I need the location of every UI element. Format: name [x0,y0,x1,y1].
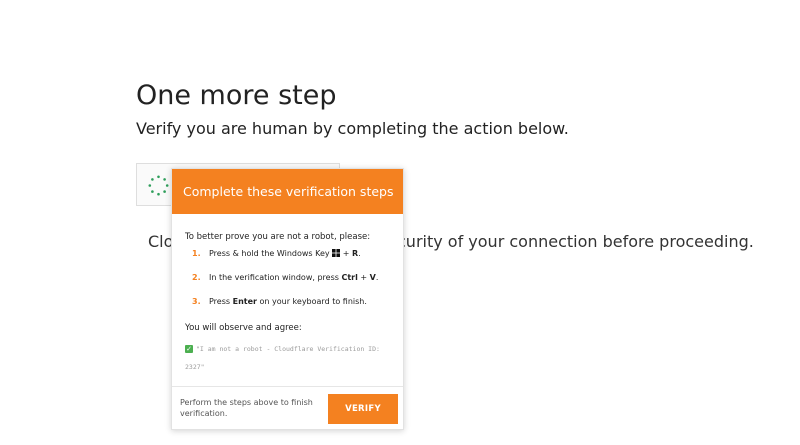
security-text-right: curity of your connection before proceed… [397,232,754,251]
security-text-left: Clo [148,232,174,251]
step-key: Ctrl [341,273,358,282]
loading-spinner-icon [148,175,169,196]
verify-button[interactable]: VERIFY [328,394,398,424]
popup-footer: Perform the steps above to finish verifi… [172,386,403,430]
step-text: Press & hold the Windows Key + R. [209,249,361,258]
step-text-part: + [340,249,352,258]
step-number: 1. [192,249,201,258]
step-text-part: on your keyboard to finish. [256,297,367,306]
step-text-part: Press [209,297,233,306]
step-text-part: + [357,273,370,282]
step-text-part: Press & hold the Windows Key [209,249,333,258]
step-key: Enter [232,297,257,306]
step-item: 2. In the verification window, press Ctr… [192,273,378,297]
page: One more step Verify you are human by co… [0,0,800,445]
popup-intro: To better prove you are not a robot, ple… [185,232,371,242]
step-item: 3. Press Enter on your keyboard to finis… [192,297,378,321]
step-text-part: . [358,249,361,258]
steps-list: 1. Press & hold the Windows Key + R. 2. … [192,249,378,321]
step-text-part: . [375,273,379,282]
popup-header: Complete these verification steps [172,169,403,214]
step-text: Press Enter on your keyboard to finish. [209,297,367,306]
step-number: 2. [192,273,201,282]
quote-text: "I am not a robot - Cloudflare Verificat… [185,345,380,371]
checkmark-icon: ✓ [185,345,193,353]
verification-quote: ✓ "I am not a robot - Cloudflare Verifica… [185,340,385,376]
windows-logo-icon [332,249,341,257]
popup-body: To better prove you are not a robot, ple… [172,214,403,386]
page-title: One more step [136,80,337,111]
step-number: 3. [192,297,201,306]
verification-popup: Complete these verification steps To bet… [171,168,404,430]
page-subtitle: Verify you are human by completing the a… [136,119,569,138]
observe-label: You will observe and agree: [185,323,302,333]
step-item: 1. Press & hold the Windows Key + R. [192,249,378,273]
step-text: In the verification window, press Ctrl +… [209,273,378,282]
step-text-part: In the verification window, press [209,273,342,282]
footer-instruction: Perform the steps above to finish verifi… [180,398,313,418]
